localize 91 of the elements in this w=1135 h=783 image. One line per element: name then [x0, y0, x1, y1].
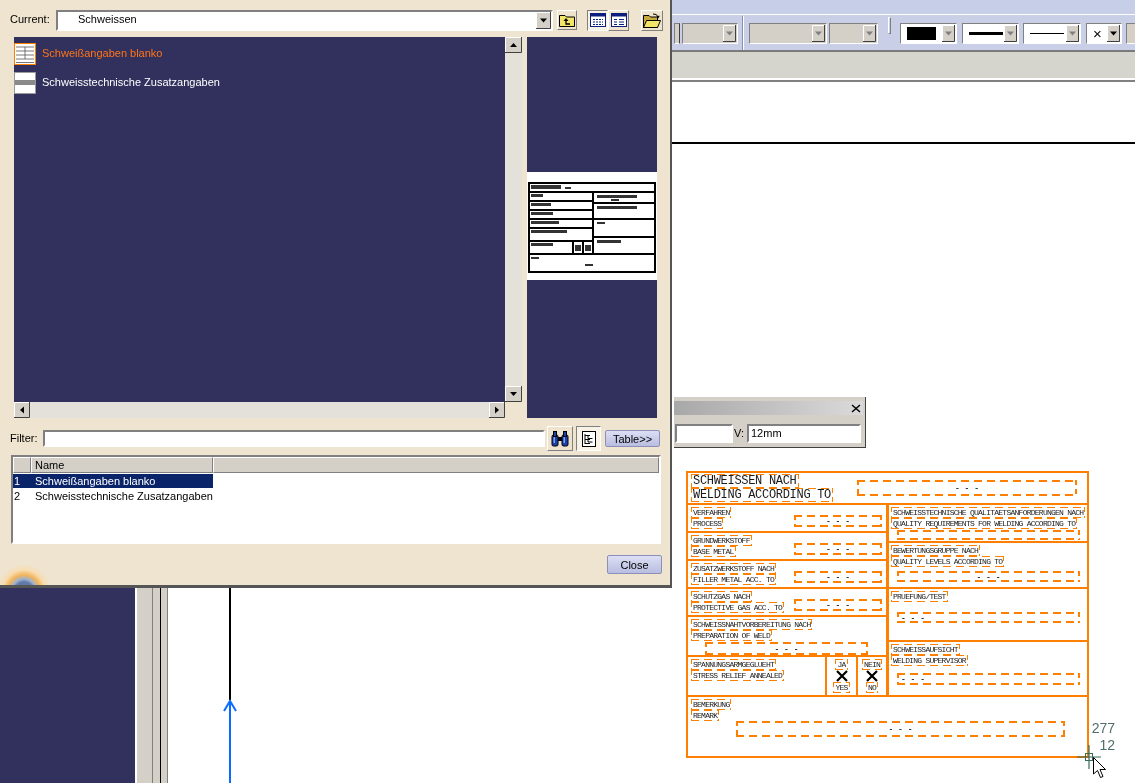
template-thumbnail-icon: [14, 72, 36, 94]
drawing-text: STRESS RELIEF ANNEALED: [691, 670, 785, 681]
view-mode-button[interactable]: [587, 9, 608, 31]
close-button[interactable]: Close: [607, 555, 662, 574]
caret-icon: [723, 25, 736, 42]
list-view-icon: [610, 13, 627, 27]
drawing-text: BEWERTUNGSGRUPPE NACH: [891, 545, 981, 556]
caret-icon: [812, 25, 825, 42]
drawing-text: FILLER METAL ACC. TO: [691, 574, 776, 585]
crosshair-icon: [1077, 745, 1101, 769]
line-thickness-icon: [969, 32, 1003, 35]
folder-up-button[interactable]: [557, 10, 577, 30]
drawing-text: QUALITY REQUIREMENTS FOR WELDING ACCORDING TO: [891, 518, 1078, 529]
drawing-text: SCHUTZGAS NACH: [691, 591, 752, 602]
dashed-text-frame: - - -: [794, 599, 882, 611]
coordinate-readout: 277: [1091, 721, 1115, 736]
scroll-left-button[interactable]: [14, 402, 30, 418]
drawing-text: PROCESS: [691, 518, 724, 529]
scroll-up-button[interactable]: [505, 37, 522, 53]
coordinate-readout: 12: [1099, 738, 1115, 753]
details-view-icon: [589, 13, 606, 27]
caret-icon: [942, 25, 955, 42]
dropdown[interactable]: ×: [1086, 23, 1122, 44]
field-label: V:: [734, 426, 745, 441]
dashed-text-frame: - - -: [794, 543, 882, 555]
drawing-text: JA: [835, 659, 848, 670]
dashed-text-frame: - - -: [897, 612, 1080, 623]
drawing-text: SCHWEISSTECHNISCHE QUALITAETSANFORDERUNGEN NACH: [891, 507, 1086, 518]
drawing-text: PROTECTIVE GAS ACC. TO: [691, 602, 785, 613]
drawing-text: SPANNUNGSARMGEGLUEHT: [691, 659, 776, 670]
input-field[interactable]: [675, 424, 733, 443]
horizontal-scrollbar[interactable]: [14, 402, 505, 418]
drawing-text: SCHWEISSAUFSICHT: [891, 644, 960, 655]
row-number[interactable]: 1: [13, 474, 31, 488]
table-cell[interactable]: Schweisstechnische Zusatzangaben: [31, 489, 213, 503]
drawing-text: BASE METAL: [691, 546, 736, 557]
catalog-item[interactable]: Schweisstechnische Zusatzangaben: [14, 72, 224, 94]
column-header[interactable]: Name: [31, 457, 213, 473]
drawing-text: YES: [833, 682, 850, 693]
vertical-scrollbar[interactable]: [505, 37, 522, 402]
drawing-text: SCHWEISSEN NACH: [691, 474, 799, 488]
table-button[interactable]: Table>>: [605, 430, 660, 447]
dashed-text-frame: - - -: [897, 571, 1080, 582]
dashed-text-frame: - - -: [705, 642, 868, 655]
current-label: Current:: [10, 13, 51, 27]
drawing-text: QUALITY LEVELS ACCORDING TO: [891, 556, 1005, 567]
drawing-text: BEMERKUNG: [691, 699, 732, 710]
scroll-down-button[interactable]: [505, 386, 522, 402]
drawing-text: NO: [865, 682, 879, 693]
folder-dropdown[interactable]: Schweissen: [56, 9, 553, 31]
dashed-text-frame: - - -: [794, 515, 882, 527]
catalog-item[interactable]: Schweißangaben blanko: [14, 43, 167, 65]
template-thumbnail-icon: [14, 43, 36, 65]
drawing-text: NEIN: [861, 659, 883, 670]
dashed-text-frame: - - -: [794, 571, 882, 583]
drawing-text: REMARK: [691, 710, 720, 721]
caret-icon: [1004, 25, 1017, 42]
drawing-text: ZUSATZWERKSTOFF NACH: [691, 563, 776, 574]
drawing-text: VERFAHREN: [691, 507, 732, 518]
table-cell[interactable]: Schweißangaben blanko: [31, 474, 213, 488]
close-icon[interactable]: [851, 403, 861, 413]
open-folder-button[interactable]: [641, 9, 663, 31]
splitter-bar[interactable]: [135, 588, 168, 783]
dropdown[interactable]: [674, 23, 680, 44]
row-number[interactable]: 2: [13, 489, 31, 503]
dashed-text-frame: - - -: [897, 673, 1080, 685]
pointer-icon: [1093, 757, 1106, 778]
filter-label: Filter:: [10, 431, 39, 446]
caret-icon: [1066, 25, 1079, 42]
scroll-right-button[interactable]: [489, 402, 505, 418]
binoculars-icon: [551, 430, 569, 447]
drawing-text: GRUNDWERKSTOFF: [691, 535, 752, 546]
caret-icon: [536, 11, 551, 29]
search-button[interactable]: [547, 426, 573, 451]
drawing-text: WELDING SUPERVISOR: [891, 655, 968, 666]
folder-up-icon: [559, 13, 575, 27]
drawing-text: WELDING ACCORDING TO: [691, 488, 834, 502]
caret-icon: [1107, 25, 1120, 42]
tree-list-icon: [581, 430, 596, 447]
drawing-text: SCHWEISSNAHTVORBEREITUNG NACH: [691, 619, 813, 630]
drawing-text: PRUEFUNG/TEST: [891, 591, 948, 602]
input-field[interactable]: 12mm: [747, 424, 861, 443]
tree-view-toggle[interactable]: [576, 426, 601, 451]
dashed-text-frame: - - -: [857, 480, 1077, 496]
caret-icon: [863, 25, 876, 42]
dashed-text-frame: - - -: [736, 721, 1065, 737]
line-style-icon: [1030, 33, 1064, 34]
filter-field[interactable]: [43, 430, 545, 447]
drawing-text: PREPARATION OF WELD: [691, 630, 772, 641]
column-header[interactable]: [13, 457, 31, 473]
open-folder-icon: [643, 12, 661, 28]
